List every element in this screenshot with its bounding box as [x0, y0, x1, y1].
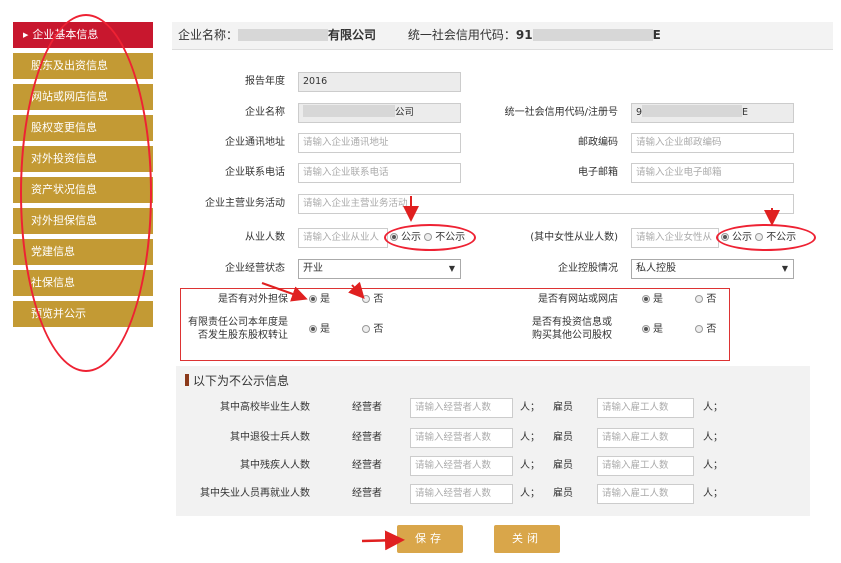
arrow-right-icon — [348, 281, 365, 299]
annotation-arrows — [261, 196, 780, 551]
arrow-right-icon — [261, 282, 308, 302]
arrow-right-icon — [361, 530, 405, 551]
